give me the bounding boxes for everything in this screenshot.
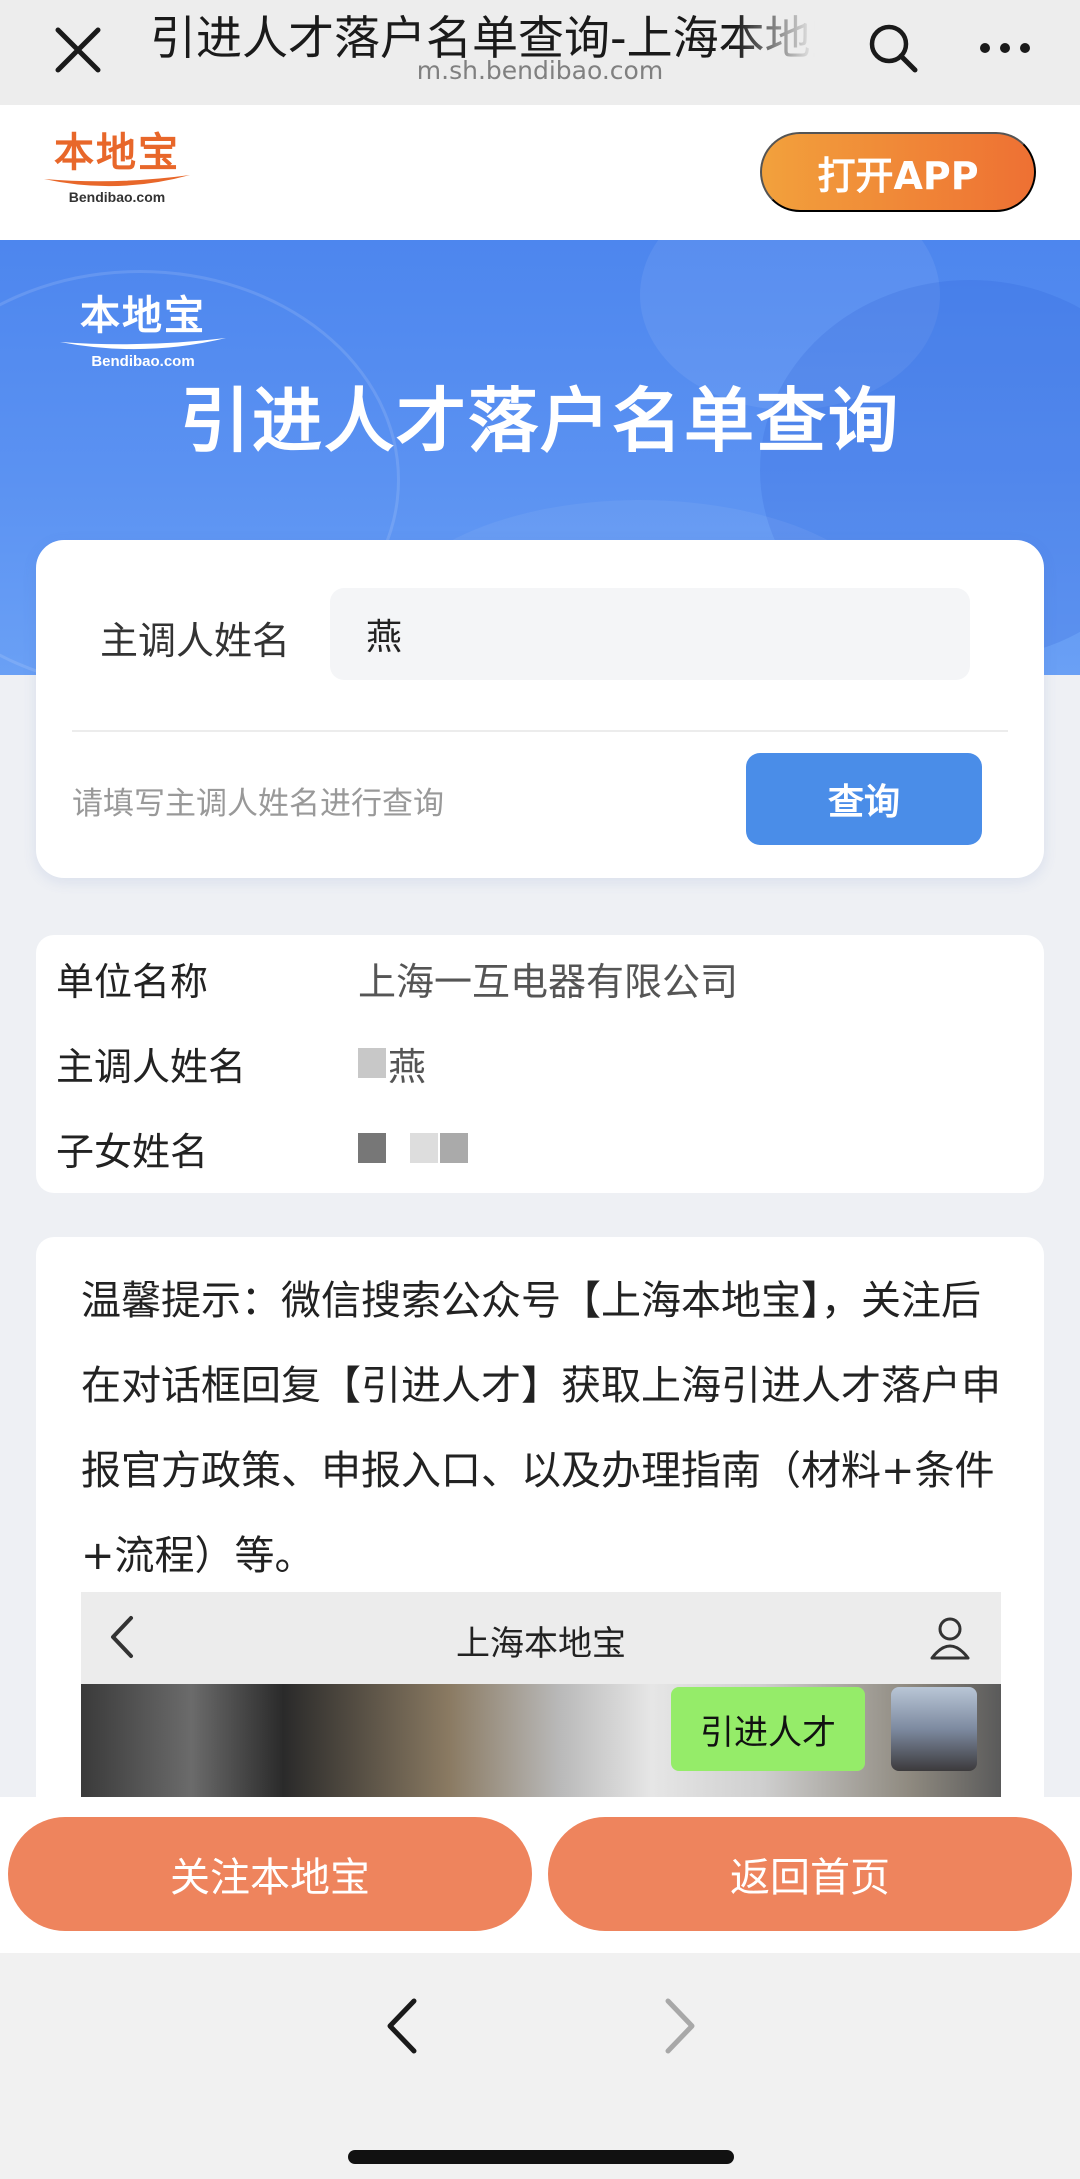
home-button[interactable]: 返回首页 (548, 1817, 1072, 1931)
logo-text: 本地宝 (54, 130, 180, 176)
result-label: 主调人姓名 (56, 1044, 247, 1089)
page-title: 引进人才落户名单查询-上海本地宝 (150, 11, 815, 58)
result-value: 燕 (388, 1044, 427, 1089)
wechat-title: 上海本地宝 (456, 1624, 626, 1664)
site-header: 本地宝 Bendibao.com 打开APP (0, 105, 1080, 240)
logo-swoosh-icon (44, 175, 190, 187)
bottom-action-bar: 关注本地宝 返回首页 (0, 1797, 1080, 1953)
redaction-block (410, 1133, 438, 1163)
result-label: 子女姓名 (56, 1129, 209, 1174)
name-input[interactable] (330, 588, 970, 680)
result-row: 单位名称 上海一互电器有限公司 (56, 948, 738, 1008)
divider (72, 730, 1008, 732)
search-icon[interactable] (865, 20, 921, 76)
redaction-block (440, 1133, 468, 1163)
chat-avatar (891, 1687, 977, 1771)
result-card: 单位名称 上海一互电器有限公司 主调人姓名 燕 子女姓名 (36, 935, 1044, 1193)
query-button[interactable]: 查询 (746, 753, 982, 845)
redaction-block (358, 1048, 386, 1078)
browser-nav-bar (0, 1953, 1080, 2179)
result-row: 主调人姓名 燕 (56, 1033, 426, 1093)
hero-logo: 本地宝 Bendibao.com (58, 296, 228, 369)
browser-top-bar: 引进人才落户名单查询-上海本地宝 m.sh.bendibao.com (0, 0, 1080, 105)
back-icon[interactable] (380, 1993, 424, 2059)
result-row: 子女姓名 (56, 1118, 470, 1178)
name-field-label: 主调人姓名 (100, 619, 291, 663)
wechat-screenshot: 上海本地宝 引进人才 (81, 1592, 1001, 1797)
result-value: 上海一互电器有限公司 (358, 959, 739, 1004)
hero-logo-swoosh-icon (60, 338, 226, 350)
forward-icon[interactable] (658, 1993, 702, 2059)
follow-button[interactable]: 关注本地宝 (8, 1817, 532, 1931)
site-logo[interactable]: 本地宝 Bendibao.com (42, 133, 192, 204)
more-icon[interactable] (975, 20, 1035, 76)
redaction-block (358, 1133, 386, 1163)
home-indicator[interactable] (348, 2150, 734, 2164)
chat-bubble: 引进人才 (671, 1687, 865, 1771)
tip-card: 温馨提示：微信搜索公众号【上海本地宝】，关注后在对话框回复【引进人才】获取上海引… (36, 1237, 1044, 1797)
wechat-header: 上海本地宝 (81, 1592, 1001, 1684)
open-app-button[interactable]: 打开APP (760, 132, 1036, 212)
user-icon (930, 1617, 970, 1660)
hero-title: 引进人才落户名单查询 (180, 380, 900, 462)
logo-subtext: Bendibao.com (68, 189, 166, 205)
search-card: 主调人姓名 请填写主调人姓名进行查询 查询 (36, 540, 1044, 878)
hero-logo-text: 本地宝 (80, 293, 206, 339)
search-hint: 请填写主调人姓名进行查询 (72, 786, 444, 822)
tip-text: 温馨提示：微信搜索公众号【上海本地宝】，关注后在对话框回复【引进人才】获取上海引… (81, 1278, 1001, 1579)
result-label: 单位名称 (56, 959, 209, 1004)
